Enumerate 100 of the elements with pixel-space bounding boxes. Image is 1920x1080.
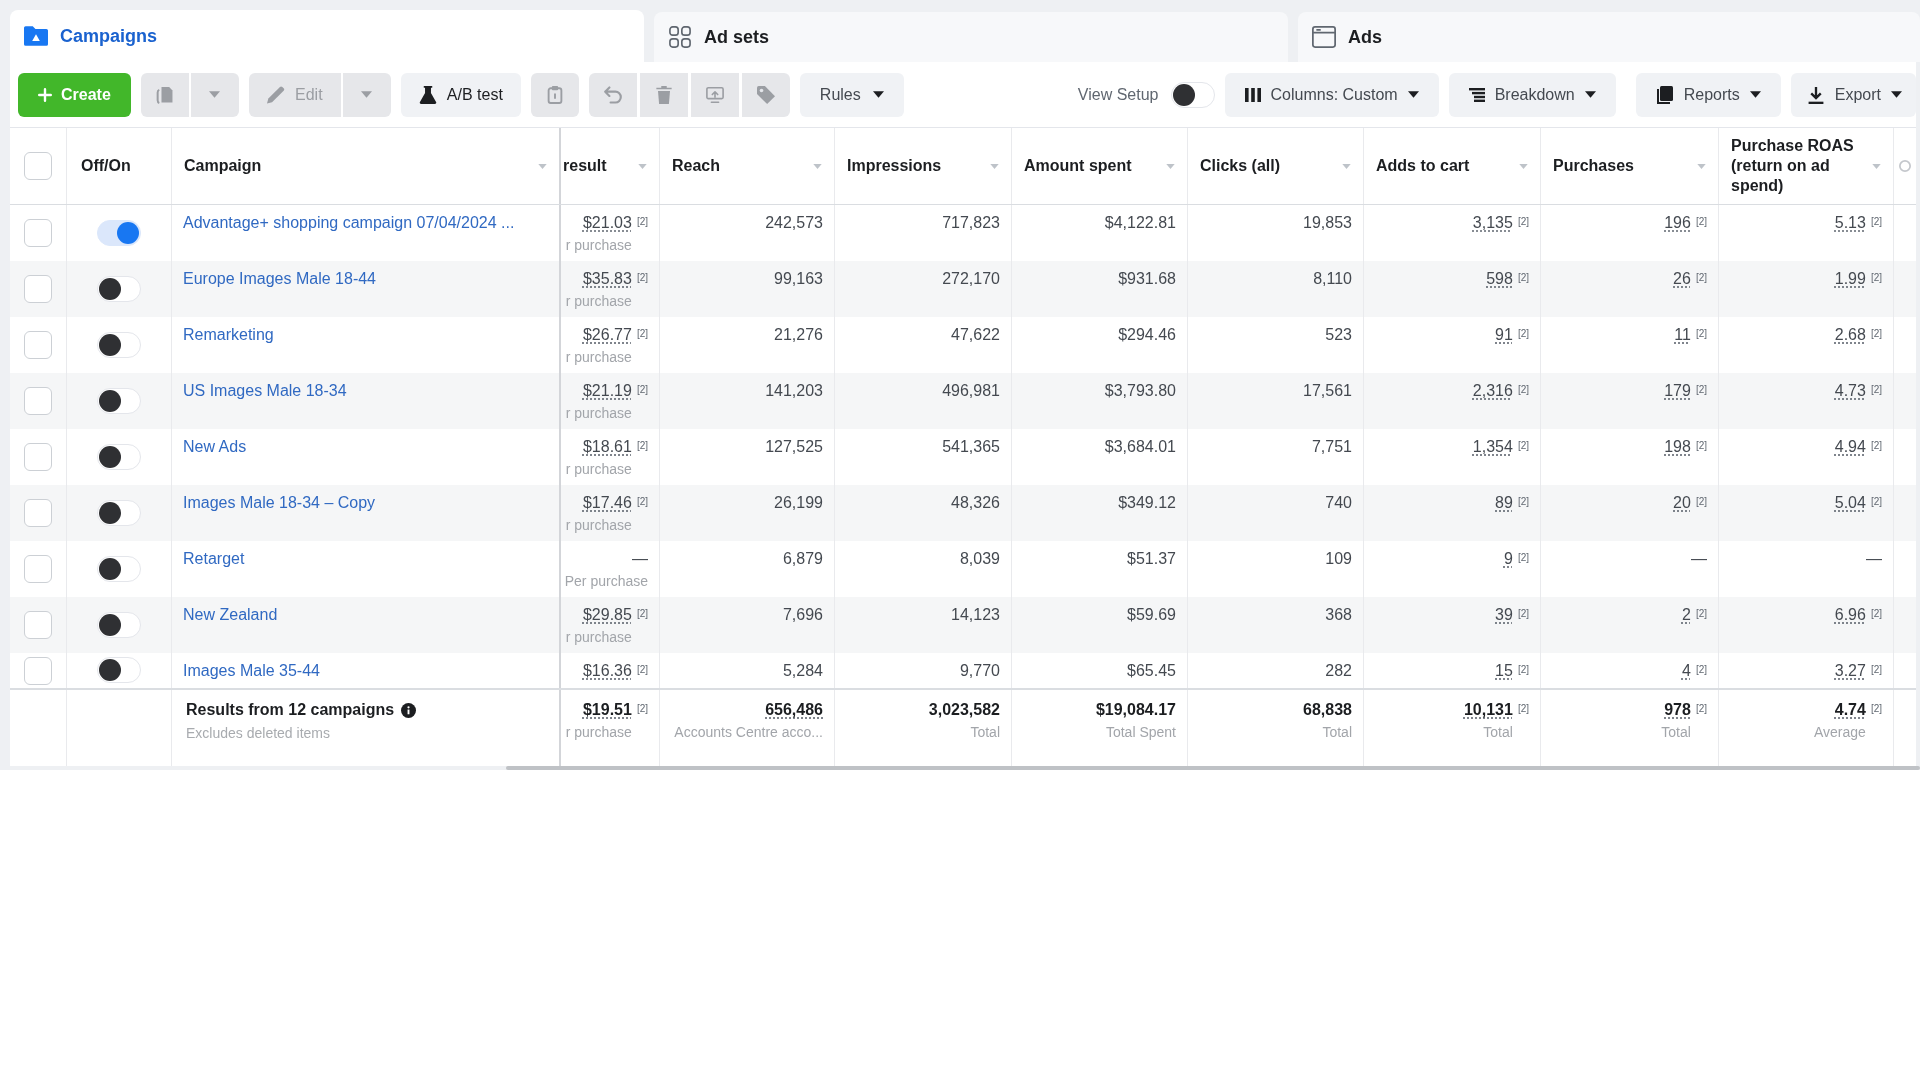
campaign-link[interactable]: Remarketing [183, 326, 274, 343]
toggle-switch[interactable] [97, 332, 141, 358]
cell-value: $16.36 [582, 661, 632, 681]
row-checkbox[interactable] [24, 555, 52, 583]
pages-icon [1655, 85, 1674, 104]
cell-caption: Total Spent [1105, 723, 1176, 741]
column-header[interactable]: result [563, 156, 607, 176]
rules-button[interactable]: Rules [799, 72, 904, 117]
row-checkbox[interactable] [24, 331, 52, 359]
cell-value: 47,622 [951, 325, 1000, 345]
dropdown-button[interactable] [190, 72, 239, 117]
cell-value: 4 [1681, 661, 1691, 681]
footnote-marker: [2] [1517, 496, 1529, 508]
caret-icon[interactable] [1697, 163, 1706, 169]
footnote-marker: [2] [1870, 664, 1882, 676]
toggle-switch[interactable] [97, 220, 141, 246]
caret-icon[interactable] [538, 163, 547, 169]
campaign-link[interactable]: New Zealand [183, 606, 278, 623]
tab[interactable]: Campaigns [10, 10, 644, 62]
view-setup-label: View Setup [1077, 85, 1159, 104]
cell-value: 272,170 [942, 269, 1000, 289]
caret-icon[interactable] [1342, 163, 1351, 169]
cell-value: 198 [1664, 437, 1691, 457]
cell-value: 9,770 [959, 661, 1000, 681]
cell-value: $18.61 [582, 437, 632, 457]
column-header[interactable]: Amount spent [1024, 156, 1132, 176]
footnote-marker: [2] [1695, 216, 1707, 228]
cell-value: 14,123 [951, 605, 1000, 625]
breakdown-button[interactable]: Breakdown [1448, 72, 1616, 117]
ab-test-button[interactable]: A/B test [400, 72, 521, 117]
row-checkbox[interactable] [24, 611, 52, 639]
toggle-switch[interactable] [97, 612, 141, 638]
circle-icon[interactable] [1899, 160, 1911, 172]
footnote-marker: [2] [1870, 216, 1882, 228]
cell-value: $59.69 [1127, 605, 1176, 625]
toggle-switch[interactable] [97, 388, 141, 414]
row-checkbox[interactable] [24, 657, 52, 685]
campaign-link[interactable]: US Images Male 18-34 [183, 382, 347, 399]
column-header[interactable]: Clicks (all) [1200, 156, 1281, 176]
column-header[interactable]: Impressions [847, 156, 942, 176]
column-header[interactable]: Purchase ROAS (return on ad spend) [1731, 136, 1864, 196]
cell-value: 9 [1503, 549, 1513, 569]
column-header[interactable]: Campaign [184, 156, 262, 176]
cell-value: 740 [1325, 493, 1352, 513]
toggle-switch[interactable] [97, 444, 141, 470]
row-checkbox[interactable] [24, 275, 52, 303]
row-checkbox[interactable] [24, 443, 52, 471]
cell-value: 2.68 [1834, 325, 1866, 345]
cell-caption: r purchase [565, 292, 632, 310]
cell-value: 6.96 [1834, 605, 1866, 625]
caret-icon [1407, 91, 1419, 98]
cell-value: 282 [1325, 661, 1352, 681]
cell-value: 8,039 [959, 549, 1000, 569]
cell-value: 26 [1673, 269, 1691, 289]
toggle-switch[interactable] [97, 500, 141, 526]
caret-icon[interactable] [1166, 163, 1175, 169]
reports-button[interactable]: Reports [1635, 72, 1781, 117]
row-checkbox[interactable] [24, 387, 52, 415]
campaign-link[interactable]: Retarget [183, 550, 245, 567]
cell-value: 11 [1674, 325, 1691, 345]
campaign-link[interactable]: Advantage+ shopping campaign 07/04/2024 ... [183, 214, 515, 231]
footnote-marker: [2] [1870, 272, 1882, 284]
dropdown-button[interactable] [342, 72, 391, 117]
export-button[interactable]: Export [1790, 72, 1916, 117]
view-setup-toggle[interactable] [1170, 81, 1215, 108]
campaign-link[interactable]: Images Male 18-34 – Copy [183, 494, 376, 511]
tab[interactable]: Ads [1298, 12, 1920, 62]
caret-icon[interactable] [1872, 163, 1881, 169]
cell-caption: Total [1483, 723, 1513, 741]
footnote-marker: [2] [1870, 703, 1882, 715]
campaign-link[interactable]: Images Male 35-44 [183, 662, 320, 679]
cell-caption: Per purchase [564, 572, 648, 590]
caret-icon[interactable] [638, 163, 647, 169]
campaign-link[interactable]: Europe Images Male 18-44 [183, 270, 376, 287]
caret-icon[interactable] [1519, 163, 1528, 169]
cell-value: $349.12 [1118, 493, 1176, 513]
column-header[interactable]: Adds to cart [1376, 156, 1470, 176]
cell-value: $29.85 [582, 605, 632, 625]
toggle-switch[interactable] [97, 276, 141, 302]
column-header[interactable]: Reach [672, 156, 721, 176]
caret-icon[interactable] [813, 163, 822, 169]
cell-value: — [632, 549, 648, 569]
info-icon[interactable] [401, 702, 417, 718]
row-checkbox[interactable] [24, 499, 52, 527]
tab[interactable]: Ad sets [654, 12, 1288, 62]
toggle-switch[interactable] [97, 657, 141, 683]
caret-icon[interactable] [990, 163, 999, 169]
campaign-link[interactable]: New Ads [183, 438, 247, 455]
grid-icon [668, 26, 692, 48]
select-all-checkbox[interactable] [24, 152, 52, 180]
cell-value: 598 [1486, 269, 1513, 289]
toggle-switch[interactable] [97, 556, 141, 582]
columns-button[interactable]: Columns: Custom [1224, 72, 1439, 117]
row-checkbox[interactable] [24, 219, 52, 247]
cell-value: 15 [1495, 661, 1513, 681]
scrollbar-thumb[interactable] [506, 766, 1920, 770]
caret-icon [1749, 91, 1761, 98]
cell-value: 3.27 [1834, 661, 1866, 681]
column-header[interactable]: Purchases [1553, 156, 1634, 176]
cell-value: $3,684.01 [1104, 437, 1176, 457]
